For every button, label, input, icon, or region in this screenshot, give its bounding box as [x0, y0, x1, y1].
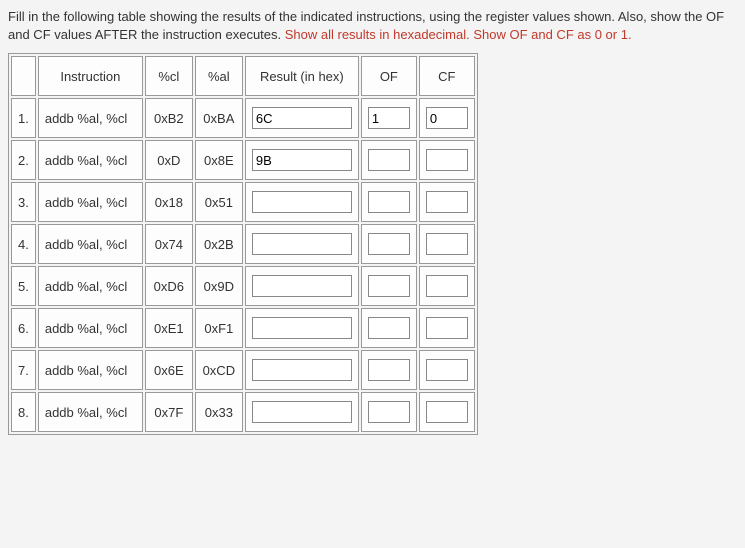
table-row: 2.addb %al, %cl0xD0x8E: [11, 140, 475, 180]
al-value: 0x8E: [195, 140, 243, 180]
header-row: Instruction %cl %al Result (in hex) OF C…: [11, 56, 475, 96]
table-row: 8.addb %al, %cl0x7F0x33: [11, 392, 475, 432]
exercise-table: Instruction %cl %al Result (in hex) OF C…: [8, 53, 478, 435]
cf-cell: [419, 350, 475, 390]
cf-cell: [419, 224, 475, 264]
cl-value: 0x74: [145, 224, 193, 264]
al-value: 0xF1: [195, 308, 243, 348]
header-result: Result (in hex): [245, 56, 359, 96]
cf-cell: [419, 98, 475, 138]
result-input[interactable]: [252, 149, 352, 171]
row-number: 3.: [11, 182, 36, 222]
cl-value: 0xD6: [145, 266, 193, 306]
of-cell: [361, 350, 417, 390]
result-cell: [245, 308, 359, 348]
cf-input[interactable]: [426, 317, 468, 339]
result-cell: [245, 98, 359, 138]
instruction-cell: addb %al, %cl: [38, 98, 143, 138]
row-number: 4.: [11, 224, 36, 264]
al-value: 0x51: [195, 182, 243, 222]
instruction-cell: addb %al, %cl: [38, 350, 143, 390]
row-number: 8.: [11, 392, 36, 432]
cl-value: 0x7F: [145, 392, 193, 432]
instruction-cell: addb %al, %cl: [38, 308, 143, 348]
result-input[interactable]: [252, 107, 352, 129]
of-input[interactable]: [368, 149, 410, 171]
table-row: 7.addb %al, %cl0x6E0xCD: [11, 350, 475, 390]
result-cell: [245, 392, 359, 432]
result-input[interactable]: [252, 275, 352, 297]
cf-input[interactable]: [426, 401, 468, 423]
instruction-cell: addb %al, %cl: [38, 266, 143, 306]
of-cell: [361, 140, 417, 180]
of-input[interactable]: [368, 191, 410, 213]
instructions-highlight: Show all results in hexadecimal. Show OF…: [285, 27, 632, 42]
table-row: 3.addb %al, %cl0x180x51: [11, 182, 475, 222]
header-al: %al: [195, 56, 243, 96]
of-input[interactable]: [368, 401, 410, 423]
result-input[interactable]: [252, 233, 352, 255]
result-input[interactable]: [252, 401, 352, 423]
instruction-cell: addb %al, %cl: [38, 140, 143, 180]
instructions-text: Fill in the following table showing the …: [8, 8, 737, 43]
of-input[interactable]: [368, 107, 410, 129]
header-of: OF: [361, 56, 417, 96]
of-cell: [361, 182, 417, 222]
row-number: 2.: [11, 140, 36, 180]
result-cell: [245, 224, 359, 264]
row-number: 5.: [11, 266, 36, 306]
row-number: 1.: [11, 98, 36, 138]
header-instruction: Instruction: [38, 56, 143, 96]
cf-input[interactable]: [426, 149, 468, 171]
of-cell: [361, 392, 417, 432]
result-cell: [245, 266, 359, 306]
result-input[interactable]: [252, 191, 352, 213]
cf-cell: [419, 266, 475, 306]
al-value: 0x33: [195, 392, 243, 432]
of-cell: [361, 308, 417, 348]
cf-cell: [419, 308, 475, 348]
of-input[interactable]: [368, 233, 410, 255]
cf-input[interactable]: [426, 359, 468, 381]
of-cell: [361, 98, 417, 138]
al-value: 0x9D: [195, 266, 243, 306]
of-input[interactable]: [368, 275, 410, 297]
instruction-cell: addb %al, %cl: [38, 392, 143, 432]
al-value: 0xCD: [195, 350, 243, 390]
cl-value: 0x6E: [145, 350, 193, 390]
cl-value: 0xE1: [145, 308, 193, 348]
row-number: 6.: [11, 308, 36, 348]
cf-input[interactable]: [426, 191, 468, 213]
result-cell: [245, 182, 359, 222]
instruction-cell: addb %al, %cl: [38, 182, 143, 222]
cl-value: 0x18: [145, 182, 193, 222]
of-input[interactable]: [368, 317, 410, 339]
header-cl: %cl: [145, 56, 193, 96]
cf-cell: [419, 392, 475, 432]
of-cell: [361, 224, 417, 264]
al-value: 0xBA: [195, 98, 243, 138]
table-row: 6.addb %al, %cl0xE10xF1: [11, 308, 475, 348]
cf-input[interactable]: [426, 107, 468, 129]
result-cell: [245, 350, 359, 390]
table-row: 4.addb %al, %cl0x740x2B: [11, 224, 475, 264]
instruction-cell: addb %al, %cl: [38, 224, 143, 264]
cf-cell: [419, 182, 475, 222]
result-input[interactable]: [252, 359, 352, 381]
cf-cell: [419, 140, 475, 180]
cl-value: 0xB2: [145, 98, 193, 138]
table-row: 5.addb %al, %cl0xD60x9D: [11, 266, 475, 306]
cf-input[interactable]: [426, 275, 468, 297]
of-cell: [361, 266, 417, 306]
result-cell: [245, 140, 359, 180]
cf-input[interactable]: [426, 233, 468, 255]
result-input[interactable]: [252, 317, 352, 339]
al-value: 0x2B: [195, 224, 243, 264]
of-input[interactable]: [368, 359, 410, 381]
header-cf: CF: [419, 56, 475, 96]
header-num: [11, 56, 36, 96]
cl-value: 0xD: [145, 140, 193, 180]
row-number: 7.: [11, 350, 36, 390]
table-row: 1.addb %al, %cl0xB20xBA: [11, 98, 475, 138]
